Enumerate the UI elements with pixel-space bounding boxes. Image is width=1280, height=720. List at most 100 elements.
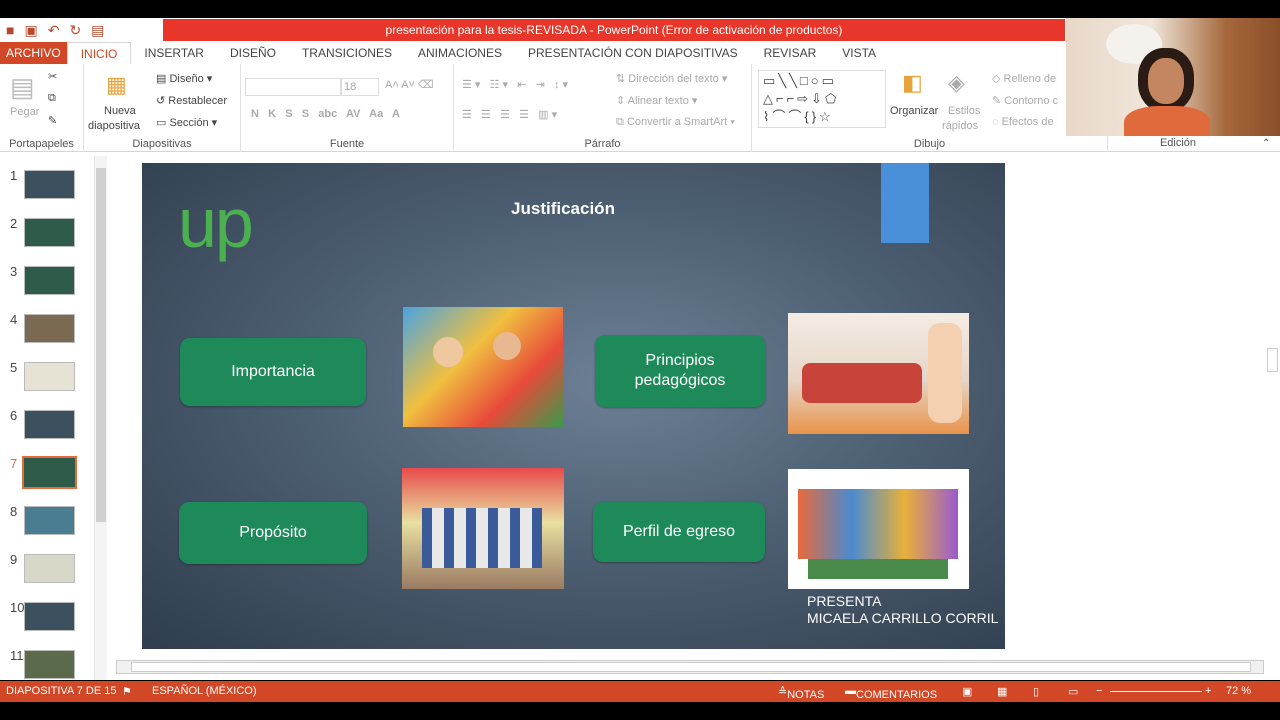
- grow-font-icon[interactable]: A˄ A˅ ⌫: [385, 78, 434, 91]
- list-buttons[interactable]: ☰ ▾ ☷ ▾ ⇤ ⇥ ↕ ▾: [462, 78, 568, 91]
- zoom-level[interactable]: 72 %: [1226, 685, 1251, 697]
- quick-access-toolbar: ■ ▣ ↶ ↻ ▤: [6, 20, 104, 40]
- reset-button[interactable]: ↺ Restablecer: [156, 94, 227, 107]
- presentation-icon[interactable]: ▤: [91, 22, 104, 39]
- arrange-icon[interactable]: ◧: [902, 70, 923, 96]
- shapes-gallery[interactable]: ▭╲╲□○▭ △⌐⌐⇨⇩⬠ ⌇⌒⌒{}☆: [758, 70, 886, 128]
- group-label: Portapapeles: [9, 138, 74, 150]
- ribbon-tabs: ARCHIVO INICIO INSERTAR DISEÑO TRANSICIO…: [0, 42, 1066, 64]
- children-science-photo[interactable]: [788, 469, 969, 589]
- paste-icon[interactable]: ▤: [10, 72, 35, 103]
- paste-label[interactable]: Pegar: [10, 106, 39, 118]
- webcam-overlay: [1066, 18, 1280, 136]
- normal-view-icon[interactable]: ▣: [962, 685, 972, 698]
- zoom-out-icon[interactable]: −: [1096, 685, 1102, 697]
- slide-sorter-icon[interactable]: ▦: [997, 685, 1007, 698]
- proposito-box[interactable]: Propósito: [179, 502, 367, 564]
- cut-icon[interactable]: ✂: [48, 70, 57, 83]
- university-logo: up: [178, 184, 254, 262]
- zoom-slider[interactable]: [1110, 691, 1202, 692]
- children-playing-photo[interactable]: [403, 307, 563, 427]
- presenter-name: MICAELA CARRILLO CORRIL: [807, 610, 999, 626]
- smartart-button[interactable]: ⧉ Convertir a SmartArt ▾: [616, 116, 735, 129]
- undo-icon[interactable]: ↶: [48, 22, 60, 39]
- group-label: Dibujo: [913, 138, 946, 150]
- slide-title[interactable]: Justificación: [442, 199, 684, 219]
- new-slide-label-2[interactable]: diapositiva: [88, 120, 140, 132]
- thumbnail-slide-10[interactable]: 10: [0, 600, 90, 640]
- new-slide-label[interactable]: Nueva: [104, 105, 136, 117]
- decorative-blue-bar: [881, 163, 929, 243]
- thumbnail-slide-7[interactable]: 7: [0, 456, 90, 496]
- window-title: presentación para la tesis-REVISADA - Po…: [163, 19, 1065, 41]
- font-size-select[interactable]: 18: [341, 78, 379, 96]
- new-slide-icon[interactable]: ▦: [106, 72, 127, 98]
- shape-effects-button[interactable]: ◌ Efectos de: [992, 116, 1054, 128]
- group-dibujo: ▭╲╲□○▭ △⌐⌐⇨⇩⬠ ⌇⌒⌒{}☆ ◧ Organizar ◈ Estilos…: [752, 64, 1108, 152]
- group-label: Párrafo: [584, 138, 621, 150]
- thumbnail-slide-6[interactable]: 6: [0, 408, 90, 448]
- presenta-label: PRESENTA: [807, 593, 882, 609]
- comments-button[interactable]: ▬ COMENTARIOS: [845, 685, 937, 701]
- section-button[interactable]: ▭ Sección ▾: [156, 116, 217, 129]
- layout-button[interactable]: ▤ Diseño ▾: [156, 72, 212, 85]
- tab-revisar[interactable]: REVISAR: [751, 42, 830, 64]
- teacher-class-photo[interactable]: [788, 313, 969, 434]
- tab-animaciones[interactable]: ANIMACIONES: [405, 42, 515, 64]
- thumbnail-slide-8[interactable]: 8: [0, 504, 90, 544]
- tab-vista[interactable]: VISTA: [829, 42, 889, 64]
- group-fuente: 18 A˄ A˅ ⌫ N K S S abc AV Aa A Fuente: [241, 64, 454, 152]
- quick-styles-label-2[interactable]: rápidos: [942, 120, 978, 132]
- notes-button[interactable]: ≙ NOTAS: [778, 685, 824, 701]
- thumbnail-scrollbar[interactable]: [94, 156, 107, 680]
- tab-inicio[interactable]: INICIO: [66, 42, 132, 64]
- font-style-buttons[interactable]: N K S S abc AV Aa A: [251, 108, 400, 120]
- quick-styles-icon[interactable]: ◈: [948, 70, 965, 96]
- thumbnail-slide-9[interactable]: 9: [0, 552, 90, 592]
- group-portapapeles: ▤ Pegar ✂ ⧉ ✎ Portapapeles: [0, 64, 84, 152]
- tab-archivo[interactable]: ARCHIVO: [0, 42, 67, 64]
- group-edicion-label: Edición: [1159, 137, 1197, 149]
- horizontal-scrollbar[interactable]: [116, 660, 1264, 674]
- bottom-letterbox: [0, 702, 1280, 720]
- redo-icon[interactable]: ↻: [69, 22, 81, 39]
- save-icon[interactable]: ▣: [24, 22, 37, 39]
- thumbnail-slide-3[interactable]: 3: [0, 264, 90, 304]
- principios-box[interactable]: Principios pedagógicos: [595, 335, 765, 407]
- arrange-label[interactable]: Organizar: [890, 105, 938, 117]
- perfil-box[interactable]: Perfil de egreso: [593, 502, 765, 562]
- thumbnail-slide-2[interactable]: 2: [0, 216, 90, 256]
- tab-transiciones[interactable]: TRANSICIONES: [289, 42, 405, 64]
- group-label: Fuente: [329, 138, 365, 150]
- slide-canvas[interactable]: up Justificación Importancia Principios …: [142, 163, 1005, 649]
- spellcheck-icon[interactable]: ⚑: [122, 685, 132, 698]
- thumbnail-slide-1[interactable]: 1: [0, 168, 90, 208]
- slideshow-icon[interactable]: ▭: [1068, 685, 1078, 698]
- group-label: Diapositivas: [132, 138, 192, 150]
- format-painter-icon[interactable]: ✎: [48, 114, 57, 127]
- status-bar: DIAPOSITIVA 7 DE 15 ⚑ ESPAÑOL (MÉXICO) ≙…: [0, 681, 1280, 702]
- collapse-ribbon-icon[interactable]: ⌃: [1262, 138, 1270, 149]
- presenter-credit: PRESENTA MICAELA CARRILLO CORRIL: [807, 593, 998, 627]
- text-direction-button[interactable]: ⇅ Dirección del texto ▾: [616, 72, 727, 85]
- shape-fill-button[interactable]: ◇ Relleno de: [992, 72, 1056, 85]
- font-family-select[interactable]: [245, 78, 341, 96]
- children-dancing-photo[interactable]: [402, 468, 564, 589]
- thumbnail-pane: 1 2 3 4 5 6 7 8 9 10 11: [0, 152, 96, 680]
- tab-presentacion[interactable]: PRESENTACIÓN CON DIAPOSITIVAS: [515, 42, 751, 64]
- tab-diseno[interactable]: DISEÑO: [217, 42, 289, 64]
- shape-outline-button[interactable]: ✎ Contorno c: [992, 94, 1058, 107]
- align-buttons[interactable]: ☰ ☰ ☰ ☰ ▥ ▾: [462, 108, 557, 121]
- quick-styles-label[interactable]: Estilos: [948, 105, 980, 117]
- group-diapositivas: ▦ Nueva diapositiva ▤ Diseño ▾ ↺ Restabl…: [84, 64, 241, 152]
- tab-insertar[interactable]: INSERTAR: [131, 42, 217, 64]
- editor-scrollbar[interactable]: [1265, 152, 1280, 660]
- copy-icon[interactable]: ⧉: [48, 92, 56, 105]
- reading-view-icon[interactable]: ▯: [1033, 685, 1039, 698]
- importancia-box[interactable]: Importancia: [180, 338, 366, 406]
- language-indicator[interactable]: ESPAÑOL (MÉXICO): [152, 685, 257, 697]
- zoom-in-icon[interactable]: +: [1205, 685, 1211, 697]
- thumbnail-slide-4[interactable]: 4: [0, 312, 90, 352]
- align-text-button[interactable]: ⇕ Alinear texto ▾: [616, 94, 697, 107]
- thumbnail-slide-5[interactable]: 5: [0, 360, 90, 400]
